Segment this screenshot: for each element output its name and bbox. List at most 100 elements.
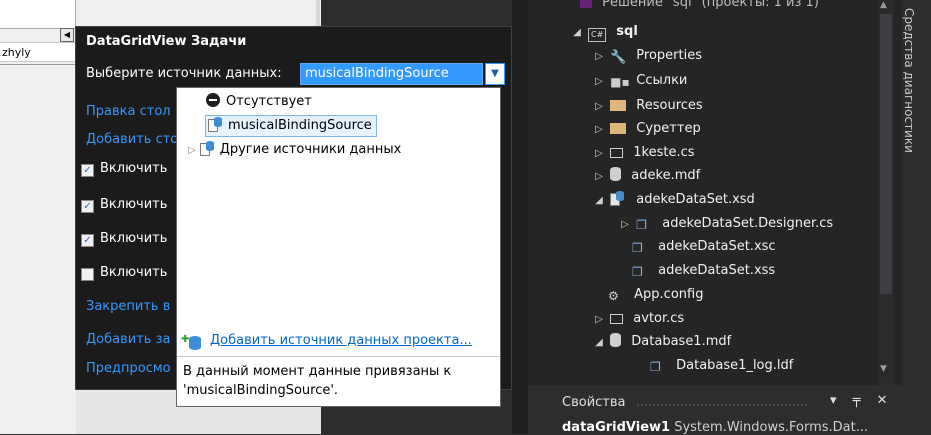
tasks-title: DataGridView Задачи [86,34,247,49]
tree-item-references[interactable]: ▷ ■▪ Ссылки [592,70,687,92]
expand-arrow-icon[interactable]: ▷ [188,145,196,156]
tree-item-label: adekeDataSet.xsc [658,239,776,254]
form-icon [610,148,624,158]
dropdown-arrow-icon[interactable]: ▼ [485,63,505,85]
tree-item-images-folder[interactable]: ▷ Суреттер [592,118,701,140]
tree-item-dataset-xsc[interactable]: ❐ adekeDataSet.xsc [632,236,776,258]
scroll-down-icon[interactable]: ▼ [880,364,887,374]
properties-window-buttons[interactable]: ▾ ╤ ✕ [830,393,894,408]
tree-item-label: Ссылки [636,73,688,88]
tree-item-sql[interactable]: ◢ C# sql [570,21,638,43]
database-icon [610,167,622,181]
tree-item-label: sql [616,24,638,39]
collapse-arrow-icon[interactable]: ◢ [570,22,584,44]
none-icon [206,93,220,107]
tree-item-label: Суреттер [636,121,701,136]
tree-item-resources[interactable]: ▷ Resources [592,95,703,117]
tree-item-label: Database1_log.ldf [676,358,794,373]
solution-header-label: Решение "sql" (проекты: 1 из 1) [602,0,819,10]
option-label: Другие источники данных [219,142,402,157]
enable-deleting-checkbox[interactable]: ✓ [81,234,94,247]
info-line: В данный момент данные привязаны к [183,364,452,379]
option-label: Отсутствует [226,94,312,109]
properties-object-selector[interactable]: dataGridView1 System.Windows.Forms.Dat..… [562,420,868,435]
object-type: System.Windows.Forms.Dat... [670,420,869,435]
collapse-arrow-icon[interactable]: ◢ [592,190,606,212]
tree-item-label: Resources [636,98,703,113]
panel-separator[interactable] [512,0,528,434]
cs-file-icon: ❐ [650,360,661,374]
tree-item-label: 1keste.cs [633,145,695,160]
properties-title: Свойства [562,395,626,410]
cs-file-icon: ❐ [632,265,643,279]
csharp-project-icon: C# [588,28,607,42]
tree-item-adeke-mdf[interactable]: ▷ adeke.mdf [592,165,700,187]
solution-header-row[interactable]: Решение "sql" (проекты: 1 из 1) [580,0,819,14]
grid-header-cell [0,0,76,29]
expand-arrow-icon[interactable]: ▷ [592,143,606,165]
tree-item-adeke-dataset[interactable]: ◢ adekeDataSet.xsd [592,189,755,211]
option-none[interactable]: Отсутствует [206,92,312,112]
tree-item-label: avtor.cs [633,311,685,326]
folder-icon [610,123,627,134]
cs-file-icon: ❐ [636,218,647,232]
grid-cell[interactable]: zhyly [0,42,75,62]
option-label: musicalBindingSource [228,118,372,133]
enable-adding-checkbox[interactable]: ✓ [81,164,94,177]
diagnostics-side-tab[interactable]: Средства диагностики [902,2,931,202]
wrench-icon: 🔧 [610,50,627,65]
tree-item-dataset-xss[interactable]: ❐ adekeDataSet.xss [632,260,775,282]
tree-item-database1-log[interactable]: ❐ Database1_log.ldf [650,355,793,377]
tree-item-database1[interactable]: ◢ Database1.mdf [592,331,731,353]
enable-reordering-checkbox[interactable] [81,268,94,281]
diagnostics-tab-label: Средства диагностики [902,8,916,153]
data-source-select[interactable]: musicalBindingSource [300,63,483,85]
preview-link[interactable]: Предпросмо [86,361,171,376]
object-name: dataGridView1 [562,420,671,435]
edit-columns-link[interactable]: Правка стол [86,104,171,119]
tree-item-label: Database1.mdf [631,334,732,349]
properties-grip[interactable] [636,403,808,407]
expand-arrow-icon[interactable]: ▷ [592,46,606,68]
tree-item-properties[interactable]: ▷ 🔧 Properties [592,45,702,67]
tree-item-label: adekeDataSet.xss [658,263,776,278]
expand-arrow-icon[interactable]: ▷ [592,309,606,331]
tree-item-label: adekeDataSet.Designer.cs [662,216,834,231]
add-project-data-source-link[interactable]: Добавить источник данных проекта... [210,333,472,348]
option-musical-binding-source[interactable]: musicalBindingSource [205,115,377,137]
tree-item-1keste[interactable]: ▷ 1keste.cs [592,142,695,165]
option-other-sources[interactable]: ▷ Другие источники данных [188,140,401,160]
folder-icon [610,100,627,111]
expand-arrow-icon[interactable]: ▷ [592,96,606,118]
tree-item-dataset-designer[interactable]: ▷ ❐ adekeDataSet.Designer.cs [618,213,833,235]
enable-editing-checkbox[interactable]: ✓ [81,200,94,213]
expand-arrow-icon[interactable]: ▷ [592,119,606,141]
tree-item-label: adekeDataSet.xsd [636,192,755,207]
tree-item-avtor[interactable]: ▷ avtor.cs [592,308,684,330]
collapse-arrow-icon[interactable]: ◢ [592,332,606,354]
dock-link[interactable]: Закрепить в [86,299,170,314]
checkbox-label: Включить [100,231,168,246]
solution-scrollbar-thumb[interactable] [880,14,892,294]
add-query-link[interactable]: Добавить за [86,332,170,347]
database-icon [610,333,622,347]
tree-item-label: Properties [636,48,702,63]
add-data-source-icon: ✚ [181,334,202,352]
checkbox-label: Включить [100,265,168,280]
checkbox-label: Включить [100,197,168,212]
data-sources-icon [199,141,214,156]
expand-arrow-icon[interactable]: ▷ [618,214,632,236]
expand-arrow-icon[interactable]: ▷ [592,166,606,188]
expand-arrow-icon[interactable]: ▷ [592,71,606,93]
binding-source-icon [208,117,222,132]
cs-file-icon: ❐ [632,241,643,255]
scroll-up-icon[interactable]: ▲ [880,0,887,10]
smart-tag-arrow-icon[interactable]: ◀ [60,28,74,42]
tree-item-app-config[interactable]: ⚙ App.config [608,284,703,306]
tree-item-label: App.config [634,287,704,302]
solution-icon [580,0,592,8]
form-icon [610,314,624,324]
tree-item-label: adeke.mdf [631,168,701,183]
references-icon: ■▪ [610,75,630,89]
add-column-link[interactable]: Добавить сто [86,132,178,147]
